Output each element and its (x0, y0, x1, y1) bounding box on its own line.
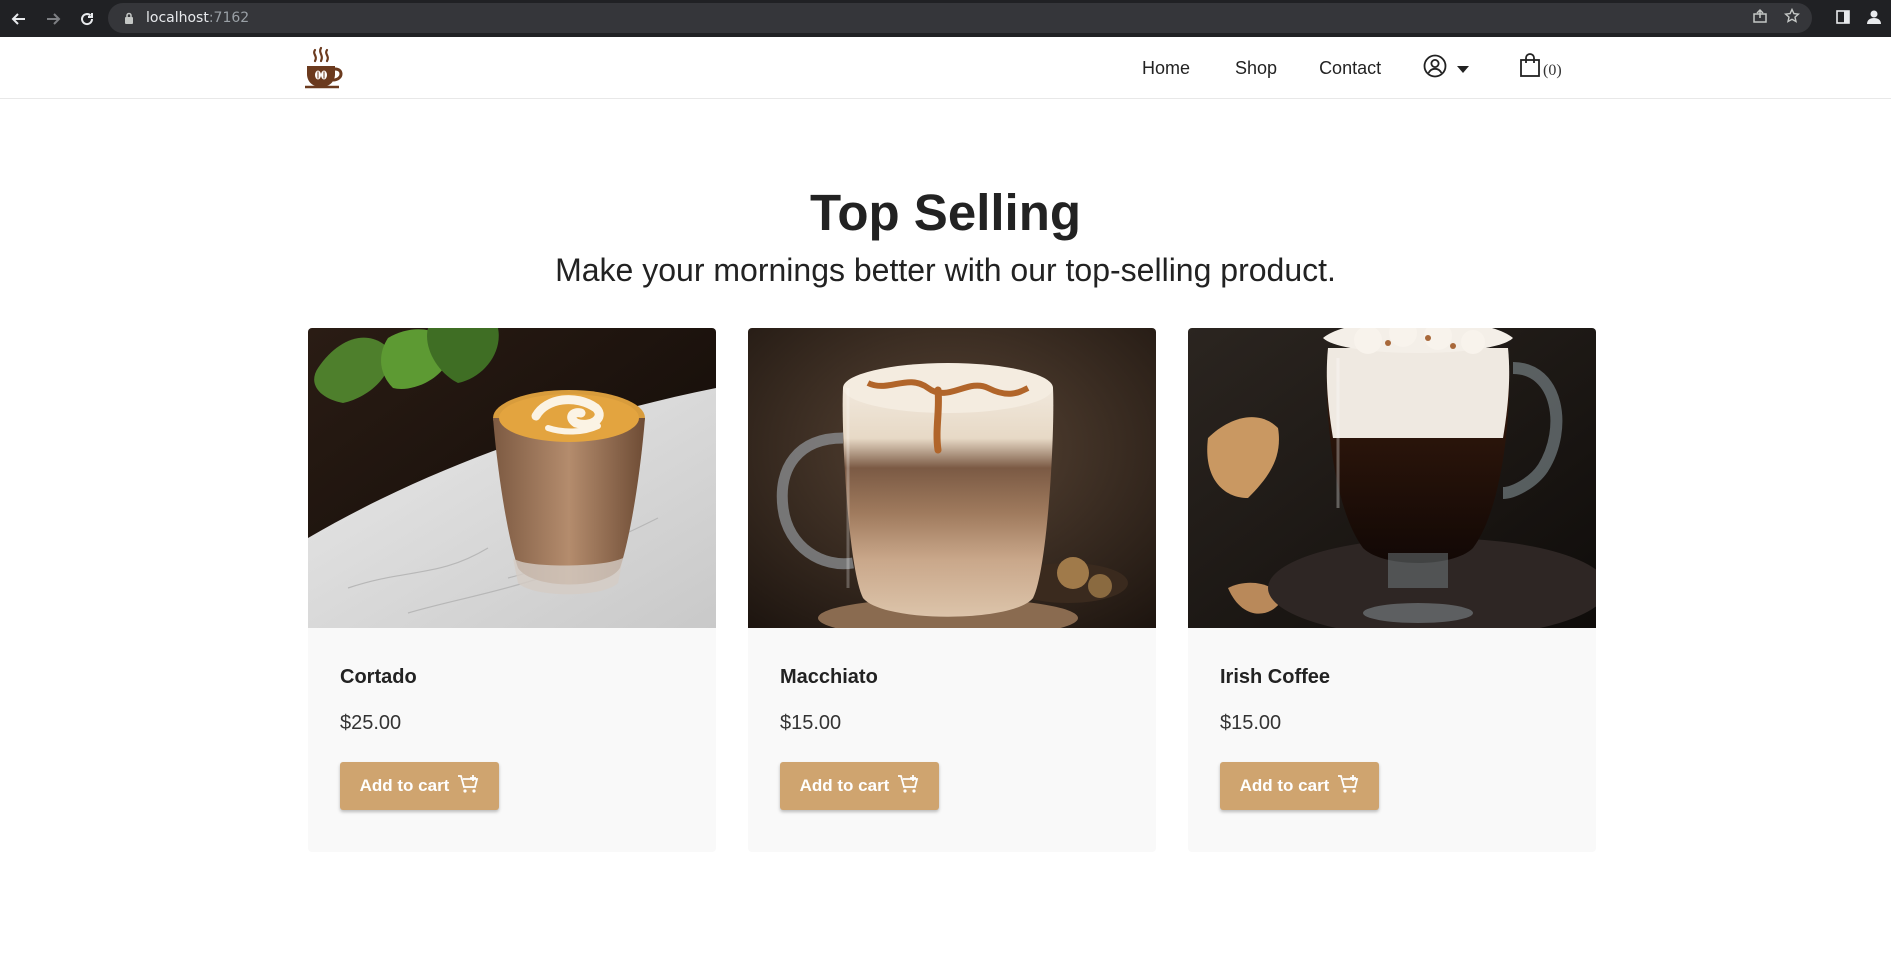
product-name: Cortado (340, 666, 417, 688)
add-to-cart-button[interactable]: Add to cart (780, 762, 939, 810)
product-price: $15.00 (1220, 712, 1282, 734)
product-price: $15.00 (780, 712, 842, 734)
product-card: Cortado $25.00 Add to cart (308, 328, 716, 852)
product-card: Macchiato $15.00 Add to cart (748, 328, 1156, 852)
add-to-cart-button[interactable]: Add to cart (340, 762, 499, 810)
back-icon[interactable] (4, 4, 34, 34)
section-subtitle: Make your mornings better with our top-s… (555, 252, 1336, 288)
profile-icon[interactable] (1865, 8, 1883, 30)
product-name: Macchiato (780, 666, 878, 688)
product-name: Irish Coffee (1220, 666, 1331, 688)
section-title: Top Selling (809, 184, 1082, 241)
product-image-irish-coffee[interactable] (1188, 328, 1596, 628)
lock-icon (122, 11, 136, 25)
cart-plus-icon (457, 774, 479, 799)
bookmark-star-icon[interactable] (1783, 7, 1801, 28)
product-card: Irish Coffee $15.00 Add to cart (1188, 328, 1596, 852)
add-to-cart-button[interactable]: Add to cart (1220, 762, 1379, 810)
site-header: Home Shop Contact (0) (0, 37, 1891, 99)
side-panel-icon[interactable] (1835, 9, 1851, 29)
user-circle-icon[interactable] (1423, 54, 1447, 82)
shopping-bag-icon[interactable] (1519, 53, 1541, 81)
cart-count: (0) (1543, 62, 1562, 79)
url-text: localhost:7162 (146, 10, 250, 26)
add-to-cart-label: Add to cart (799, 776, 890, 795)
reload-icon[interactable] (72, 4, 102, 34)
nav-home[interactable]: Home (1142, 58, 1190, 79)
add-to-cart-label: Add to cart (359, 776, 450, 795)
main-nav: Home Shop Contact (1142, 37, 1426, 99)
coffee-logo-icon[interactable] (304, 46, 344, 90)
address-bar[interactable]: localhost:7162 (108, 3, 1812, 33)
forward-icon[interactable] (38, 4, 68, 34)
cart-plus-icon (897, 774, 919, 799)
browser-toolbar: localhost:7162 (0, 0, 1891, 37)
product-image-cortado[interactable] (308, 328, 716, 628)
nav-contact[interactable]: Contact (1319, 58, 1381, 79)
cart-plus-icon (1337, 774, 1359, 799)
product-image-macchiato[interactable] (748, 328, 1156, 628)
share-icon[interactable] (1752, 8, 1768, 28)
cart-link[interactable]: (0) (1519, 53, 1562, 81)
nav-shop[interactable]: Shop (1235, 58, 1277, 79)
add-to-cart-label: Add to cart (1239, 776, 1330, 795)
user-menu[interactable] (1423, 54, 1469, 82)
product-price: $25.00 (340, 712, 402, 734)
caret-down-icon[interactable] (1457, 59, 1469, 78)
